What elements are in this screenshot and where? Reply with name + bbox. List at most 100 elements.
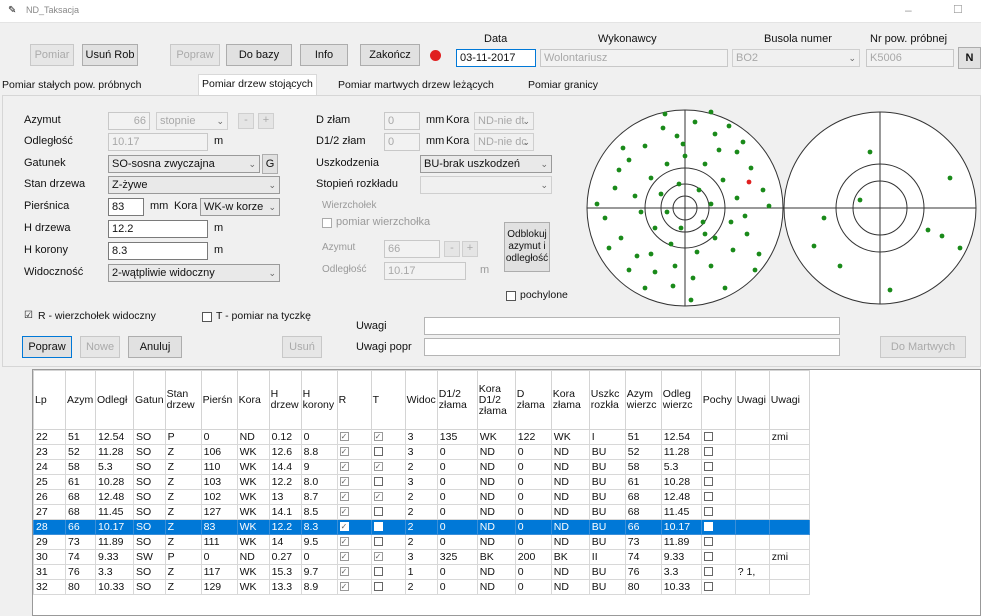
table-cell[interactable]: ND bbox=[550, 459, 590, 475]
table-cell[interactable] bbox=[768, 504, 810, 520]
kora-select[interactable]: WK-w korze ⌄ bbox=[200, 198, 280, 216]
table-cell[interactable]: BU bbox=[588, 504, 626, 520]
wykonawcy-field[interactable]: Wolontariusz bbox=[540, 49, 728, 67]
table-row[interactable]: 235211.28SOZ106WK12.68.830ND0NDBU5211.28 bbox=[33, 444, 810, 460]
table-cell[interactable]: 26 bbox=[33, 489, 66, 505]
table-cell[interactable]: ND bbox=[550, 444, 590, 460]
cell-checkbox[interactable] bbox=[339, 476, 349, 488]
table-cell[interactable] bbox=[768, 444, 810, 460]
column-header[interactable]: Widoc bbox=[404, 370, 438, 430]
d-zlam-field[interactable]: 0 bbox=[384, 112, 420, 130]
polar-plot-left[interactable] bbox=[586, 109, 784, 307]
table-cell[interactable]: 58 bbox=[624, 459, 662, 475]
popraw-top-button[interactable]: Popraw bbox=[170, 44, 220, 66]
table-cell[interactable]: 0 bbox=[514, 459, 552, 475]
polar-plot-right[interactable] bbox=[783, 111, 977, 305]
table-row[interactable]: 266812.48SOZ102WK138.720ND0NDBU6812.48 bbox=[33, 489, 810, 505]
table-cell[interactable]: 0 bbox=[300, 429, 338, 445]
table-cell[interactable]: 8.7 bbox=[300, 489, 338, 505]
data-field[interactable]: 03-11-2017 bbox=[456, 49, 536, 67]
column-header[interactable]: Kora złama bbox=[550, 370, 590, 430]
table-cell[interactable]: BK bbox=[476, 549, 516, 565]
table-cell[interactable] bbox=[370, 444, 406, 460]
table-cell[interactable]: 10.17 bbox=[660, 519, 702, 535]
table-cell[interactable]: WK bbox=[236, 444, 270, 460]
piersnica-field[interactable]: 83 bbox=[108, 198, 144, 216]
table-cell[interactable] bbox=[700, 564, 736, 580]
table-cell[interactable]: 0.12 bbox=[268, 429, 302, 445]
table-cell[interactable]: ND bbox=[476, 579, 516, 595]
table-cell[interactable]: 74 bbox=[65, 549, 96, 565]
table-cell[interactable]: 24 bbox=[33, 459, 66, 475]
table-cell[interactable] bbox=[370, 519, 406, 535]
table-cell[interactable] bbox=[336, 564, 372, 580]
column-header[interactable]: H drzew bbox=[268, 370, 302, 430]
table-row[interactable]: 256110.28SOZ103WK12.28.030ND0NDBU6110.28 bbox=[33, 474, 810, 490]
usun-rob-button[interactable]: Usuń Rob bbox=[82, 44, 138, 66]
cell-checkbox[interactable] bbox=[339, 491, 349, 503]
table-cell[interactable]: 8.9 bbox=[300, 579, 338, 595]
cell-checkbox[interactable] bbox=[339, 581, 349, 593]
table-cell[interactable] bbox=[700, 504, 736, 520]
table-cell[interactable] bbox=[768, 519, 810, 535]
column-header[interactable]: Stan drzew bbox=[164, 370, 202, 430]
table-cell[interactable]: WK bbox=[236, 489, 270, 505]
table-cell[interactable]: 9.7 bbox=[300, 564, 338, 580]
table-cell[interactable] bbox=[734, 444, 770, 460]
column-header[interactable]: Odległ bbox=[95, 370, 134, 430]
table-cell[interactable]: Z bbox=[164, 534, 202, 550]
table-cell[interactable]: 68 bbox=[65, 489, 96, 505]
table-cell[interactable]: 0 bbox=[436, 474, 478, 490]
uwagi-field[interactable] bbox=[424, 317, 840, 335]
column-header[interactable]: Pierśn bbox=[200, 370, 238, 430]
tab-martwe-lezace[interactable]: Pomiar martwych drzew leżących bbox=[338, 76, 494, 94]
azymut-plus-button[interactable]: + bbox=[258, 113, 274, 129]
table-cell[interactable]: Z bbox=[164, 489, 202, 505]
table-cell[interactable]: 58 bbox=[65, 459, 96, 475]
table-cell[interactable]: 3.3 bbox=[660, 564, 702, 580]
table-cell[interactable] bbox=[734, 534, 770, 550]
table-cell[interactable]: 68 bbox=[65, 504, 96, 520]
cell-checkbox[interactable] bbox=[703, 537, 713, 547]
table-cell[interactable]: 111 bbox=[200, 534, 238, 550]
table-cell[interactable]: 23 bbox=[33, 444, 66, 460]
table-cell[interactable]: P bbox=[164, 429, 202, 445]
table-cell[interactable]: Z bbox=[164, 444, 202, 460]
table-cell[interactable]: 74 bbox=[624, 549, 662, 565]
cell-checkbox[interactable] bbox=[703, 492, 713, 502]
table-cell[interactable] bbox=[700, 579, 736, 595]
table-cell[interactable]: WK bbox=[236, 519, 270, 535]
column-header[interactable]: D złama bbox=[514, 370, 552, 430]
cell-checkbox[interactable] bbox=[373, 507, 383, 517]
table-cell[interactable]: 11.28 bbox=[95, 444, 134, 460]
table-cell[interactable]: 2 bbox=[404, 459, 438, 475]
widocznosc-select[interactable]: 2-wątpliwie widoczny ⌄ bbox=[108, 264, 280, 282]
table-cell[interactable]: 51 bbox=[65, 429, 96, 445]
table-cell[interactable]: 0 bbox=[436, 534, 478, 550]
table-cell[interactable]: ND bbox=[476, 564, 516, 580]
table-cell[interactable] bbox=[734, 579, 770, 595]
table-cell[interactable]: 3 bbox=[404, 444, 438, 460]
table-cell[interactable]: 3 bbox=[404, 474, 438, 490]
popraw-button[interactable]: Popraw bbox=[22, 336, 72, 358]
table-cell[interactable]: 9.33 bbox=[660, 549, 702, 565]
d12-kora-select[interactable]: ND-nie dc ⌄ bbox=[474, 133, 534, 151]
table-cell[interactable] bbox=[336, 459, 372, 475]
table-cell[interactable]: 10.33 bbox=[660, 579, 702, 595]
table-cell[interactable]: SW bbox=[133, 549, 166, 565]
tab-granica[interactable]: Pomiar granicy bbox=[528, 76, 598, 94]
zakoncz-button[interactable]: Zakończ bbox=[360, 44, 420, 66]
table-cell[interactable] bbox=[336, 504, 372, 520]
table-cell[interactable]: 29 bbox=[33, 534, 66, 550]
table-cell[interactable]: ND bbox=[476, 519, 516, 535]
usun-button[interactable]: Usuń bbox=[282, 336, 322, 358]
table-cell[interactable]: 0 bbox=[514, 504, 552, 520]
table-cell[interactable]: 80 bbox=[624, 579, 662, 595]
table-cell[interactable]: SO bbox=[133, 474, 166, 490]
table-cell[interactable]: 14 bbox=[268, 534, 302, 550]
table-cell[interactable]: 122 bbox=[514, 429, 552, 445]
uszkodzenia-select[interactable]: BU-brak uszkodzeń ⌄ bbox=[420, 155, 552, 173]
table-cell[interactable] bbox=[734, 549, 770, 565]
table-cell[interactable]: 13.3 bbox=[268, 579, 302, 595]
table-cell[interactable] bbox=[768, 564, 810, 580]
